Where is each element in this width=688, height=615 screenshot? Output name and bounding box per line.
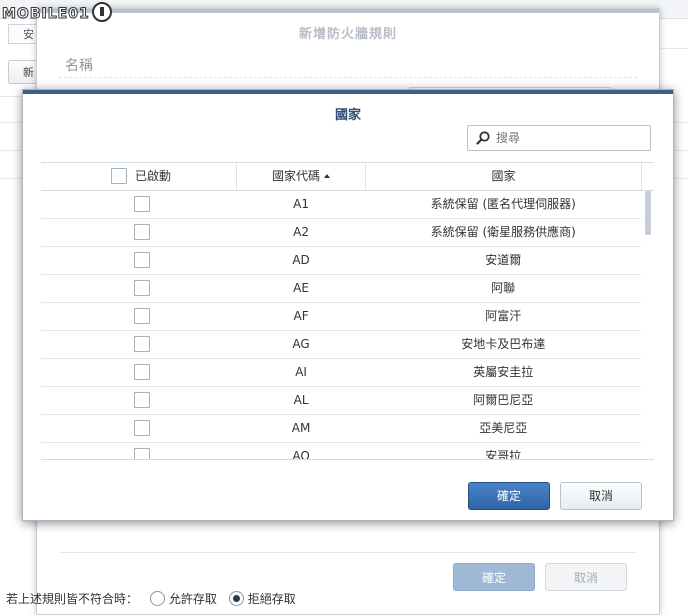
select-all-checkbox[interactable] bbox=[111, 168, 127, 184]
rule-cancel-button[interactable]: 取消 bbox=[545, 563, 627, 591]
row-checkbox[interactable] bbox=[134, 196, 150, 212]
code-cell: AD bbox=[292, 253, 310, 267]
row-checkbox[interactable] bbox=[134, 392, 150, 408]
code-cell: AM bbox=[291, 421, 311, 435]
enabled-cell bbox=[41, 219, 237, 246]
row-checkbox[interactable] bbox=[134, 252, 150, 268]
name-label: 名稱 bbox=[65, 58, 93, 74]
country-cell: 阿富汗 bbox=[485, 309, 522, 323]
ok-button[interactable]: 確定 bbox=[468, 482, 550, 510]
dialog-title-bar bbox=[37, 9, 659, 13]
default-action-label: 若上述規則皆不符合時： bbox=[6, 592, 139, 606]
column-header-code-label: 國家代碼 bbox=[271, 169, 320, 183]
search-input[interactable] bbox=[496, 126, 646, 150]
table-row[interactable]: AG 安地卡及巴布達 bbox=[41, 331, 641, 359]
row-checkbox[interactable] bbox=[134, 448, 150, 459]
grid-header: 已啟動 國家代碼 國家 bbox=[41, 163, 654, 191]
code-cell: AL bbox=[293, 393, 309, 407]
country-cell: 英屬安圭拉 bbox=[473, 365, 534, 379]
code-cell: AG bbox=[292, 337, 310, 351]
country-cell: 系統保留 (匿名代理伺服器) bbox=[430, 197, 576, 211]
code-cell: AO bbox=[292, 449, 310, 460]
default-action-row: 若上述規則皆不符合時： 允許存取 拒絕存取 bbox=[6, 590, 296, 607]
column-header-country-label: 國家 bbox=[491, 169, 516, 183]
grid-body: A1 系統保留 (匿名代理伺服器) A2 系統保留 (衛星服務供應商) AD 安… bbox=[41, 191, 641, 460]
country-dialog-title: 國家 bbox=[334, 108, 361, 123]
table-row[interactable]: A1 系統保留 (匿名代理伺服器) bbox=[41, 191, 641, 219]
search-box[interactable] bbox=[467, 125, 651, 151]
row-checkbox[interactable] bbox=[134, 364, 150, 380]
enabled-cell bbox=[41, 387, 237, 414]
country-cell: 系統保留 (衛星服務供應商) bbox=[430, 225, 576, 239]
watermark-logo: MOBILE01 bbox=[2, 2, 112, 23]
country-cell: 阿爾巴尼亞 bbox=[473, 393, 534, 407]
code-cell: A1 bbox=[293, 197, 309, 211]
column-header-country[interactable]: 國家 bbox=[366, 163, 642, 190]
country-grid: 已啟動 國家代碼 國家 A1 系統保留 (匿名代理伺服器) A2 系統保留 (衛… bbox=[41, 162, 654, 460]
enabled-cell bbox=[41, 415, 237, 442]
enabled-cell bbox=[41, 191, 237, 218]
name-field-underline[interactable] bbox=[59, 77, 637, 78]
column-header-enabled[interactable]: 已啟動 bbox=[41, 163, 237, 190]
code-cell: AE bbox=[293, 281, 309, 295]
table-row[interactable]: AM 亞美尼亞 bbox=[41, 415, 641, 443]
grid-scrollbar[interactable] bbox=[642, 191, 654, 458]
row-checkbox[interactable] bbox=[134, 336, 150, 352]
code-cell: A2 bbox=[293, 225, 309, 239]
row-checkbox[interactable] bbox=[134, 224, 150, 240]
rule-ok-button[interactable]: 確定 bbox=[453, 563, 535, 591]
enabled-cell bbox=[41, 247, 237, 274]
country-cell: 阿聯 bbox=[491, 281, 516, 295]
column-header-filler bbox=[642, 163, 654, 190]
dialog-title: 新增防火牆規則 bbox=[298, 27, 397, 42]
enabled-cell bbox=[41, 443, 237, 459]
deny-radio-icon[interactable] bbox=[228, 591, 244, 606]
table-row[interactable]: AO 安哥拉 bbox=[41, 443, 641, 460]
row-checkbox[interactable] bbox=[134, 280, 150, 296]
country-cell: 安哥拉 bbox=[485, 449, 522, 460]
allow-radio-label[interactable]: 允許存取 bbox=[169, 592, 217, 606]
enabled-cell bbox=[41, 359, 237, 386]
watermark-icon bbox=[91, 2, 112, 22]
country-dialog-title-bar bbox=[23, 90, 673, 94]
allow-radio-icon[interactable] bbox=[149, 591, 165, 606]
scrollbar-thumb[interactable] bbox=[645, 191, 651, 235]
table-row[interactable]: AF 阿富汗 bbox=[41, 303, 641, 331]
code-cell: AF bbox=[293, 309, 309, 323]
column-header-code[interactable]: 國家代碼 bbox=[237, 163, 366, 190]
table-row[interactable]: AE 阿聯 bbox=[41, 275, 641, 303]
country-cell: 亞美尼亞 bbox=[479, 421, 528, 435]
column-header-enabled-label: 已啟動 bbox=[135, 169, 172, 183]
enabled-cell bbox=[41, 275, 237, 302]
dialog-footer-divider bbox=[59, 552, 637, 553]
deny-radio-label[interactable]: 拒絕存取 bbox=[248, 592, 296, 606]
search-icon bbox=[476, 131, 490, 145]
table-row[interactable]: AI 英屬安圭拉 bbox=[41, 359, 641, 387]
row-checkbox[interactable] bbox=[134, 420, 150, 436]
code-cell: AI bbox=[295, 365, 307, 379]
table-row[interactable]: AD 安道爾 bbox=[41, 247, 641, 275]
table-row[interactable]: AL 阿爾巴尼亞 bbox=[41, 387, 641, 415]
table-row[interactable]: A2 系統保留 (衛星服務供應商) bbox=[41, 219, 641, 247]
sort-ascending-icon bbox=[324, 174, 330, 178]
watermark-text: MOBILE01 bbox=[2, 6, 90, 23]
background-divider bbox=[658, 48, 688, 49]
country-dialog: 國家 已啟動 國家代碼 國家 A1 系統保留 (匿名代理伺服 bbox=[22, 89, 674, 521]
row-checkbox[interactable] bbox=[134, 308, 150, 324]
enabled-cell bbox=[41, 303, 237, 330]
country-cell: 安道爾 bbox=[485, 253, 522, 267]
enabled-cell bbox=[41, 331, 237, 358]
country-cell: 安地卡及巴布達 bbox=[461, 337, 546, 351]
cancel-button[interactable]: 取消 bbox=[560, 482, 642, 510]
